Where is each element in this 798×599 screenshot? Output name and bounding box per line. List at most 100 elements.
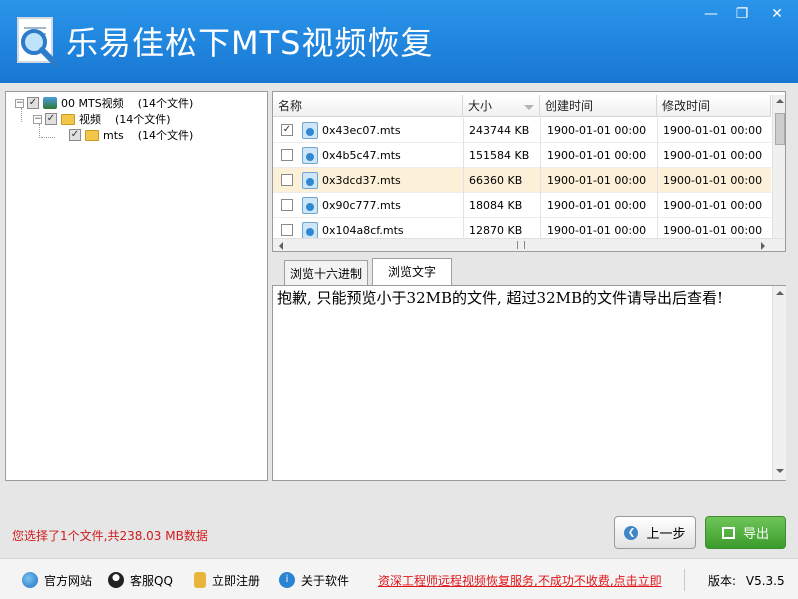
column-divider xyxy=(540,118,541,143)
previous-step-button[interactable]: ❮ 上一步 xyxy=(614,516,696,549)
customer-service-qq-link[interactable]: 客服QQ xyxy=(108,571,173,589)
column-divider xyxy=(657,118,658,143)
column-divider xyxy=(463,143,464,168)
drive-icon xyxy=(43,97,57,109)
previous-step-label: 上一步 xyxy=(646,527,686,542)
close-button[interactable]: ✕ xyxy=(760,0,794,28)
tree-item-video[interactable]: − ✓ 视频 (14个文件) xyxy=(33,111,171,127)
file-list: 名称 大小 创建时间 修改时间 ✓ 0x43ec07.mts 243744 KB… xyxy=(272,91,786,252)
file-name: 0x104a8cf.mts xyxy=(322,224,404,237)
tree-checkbox[interactable]: ✓ xyxy=(27,97,39,109)
selection-status: 您选择了1个文件,共238.03 MB数据 xyxy=(12,529,208,543)
file-name: 0x3dcd37.mts xyxy=(322,174,401,187)
file-checkbox[interactable] xyxy=(281,149,293,161)
tree-item-label: mts xyxy=(103,128,124,142)
file-created: 1900-01-01 00:00 xyxy=(547,149,647,162)
tab-hex-view[interactable]: 浏览十六进制 xyxy=(284,260,368,286)
official-website-link[interactable]: 官方网站 xyxy=(22,571,92,589)
about-label: 关于软件 xyxy=(301,573,350,588)
scroll-grip[interactable] xyxy=(517,241,525,249)
main-area: − ✓ 00 MTS视频 (14个文件) − ✓ 视频 (14个文件) ✓ mt… xyxy=(0,83,798,558)
scroll-right-icon[interactable] xyxy=(761,242,765,250)
export-button[interactable]: 导出 xyxy=(705,516,786,549)
export-icon xyxy=(721,526,735,539)
file-modified: 1900-01-01 00:00 xyxy=(663,124,763,137)
app-title: 乐易佳松下MTS视频恢复 xyxy=(66,24,434,62)
register-label: 立即注册 xyxy=(212,573,261,588)
key-icon xyxy=(194,572,206,588)
register-link[interactable]: 立即注册 xyxy=(194,571,260,589)
tree-item-count: (14个文件) xyxy=(115,113,171,126)
file-modified: 1900-01-01 00:00 xyxy=(663,174,763,187)
preview-message: 抱歉, 只能预览小于32MB的文件, 超过32MB的文件请导出后查看! xyxy=(277,289,724,307)
collapse-icon[interactable]: − xyxy=(15,98,24,108)
about-link[interactable]: i 关于软件 xyxy=(279,571,349,589)
footer-bar: 官方网站 客服QQ 立即注册 i 关于软件 资深工程师远程视频恢复服务,不成功不… xyxy=(0,558,798,599)
minimize-button[interactable]: — xyxy=(696,0,726,28)
file-row[interactable]: 0x90c777.mts 18084 KB 1900-01-01 00:00 1… xyxy=(273,193,771,218)
maximize-button[interactable]: ❐ xyxy=(727,0,757,28)
info-icon: i xyxy=(279,572,295,588)
file-modified: 1900-01-01 00:00 xyxy=(663,199,763,212)
file-created: 1900-01-01 00:00 xyxy=(547,199,647,212)
folder-tree: − ✓ 00 MTS视频 (14个文件) − ✓ 视频 (14个文件) ✓ mt… xyxy=(5,91,268,481)
scroll-thumb[interactable] xyxy=(775,113,785,145)
version-label: 版本: xyxy=(708,574,737,588)
scroll-left-icon[interactable] xyxy=(279,242,283,250)
preview-panel: 抱歉, 只能预览小于32MB的文件, 超过32MB的文件请导出后查看! xyxy=(272,285,786,481)
file-size: 151584 KB xyxy=(469,149,530,162)
file-created: 1900-01-01 00:00 xyxy=(547,174,647,187)
preview-scrollbar[interactable] xyxy=(772,286,786,480)
footer-divider xyxy=(684,569,685,591)
scroll-up-icon[interactable] xyxy=(776,291,784,295)
file-checkbox[interactable] xyxy=(281,174,293,186)
file-checkbox[interactable] xyxy=(281,199,293,211)
remote-service-promo-link[interactable]: 资深工程师远程视频恢复服务,不成功不收费,点击立即 xyxy=(378,572,678,589)
export-label: 导出 xyxy=(742,527,769,542)
video-file-icon xyxy=(302,172,318,189)
tree-item-label: 视频 xyxy=(79,113,101,126)
file-modified: 1900-01-01 00:00 xyxy=(663,149,763,162)
file-name: 0x4b5c47.mts xyxy=(322,149,401,162)
column-divider xyxy=(657,193,658,218)
column-divider xyxy=(463,168,464,193)
title-bar: 乐易佳松下MTS视频恢复 — ❐ ✕ xyxy=(0,0,798,83)
column-divider xyxy=(540,143,541,168)
file-size: 12870 KB xyxy=(469,224,523,237)
scroll-down-icon[interactable] xyxy=(776,469,784,473)
column-divider xyxy=(657,168,658,193)
file-row[interactable]: ✓ 0x43ec07.mts 243744 KB 1900-01-01 00:0… xyxy=(273,118,771,143)
file-checkbox[interactable] xyxy=(281,224,293,236)
tree-item-mts[interactable]: ✓ mts (14个文件) xyxy=(69,127,193,143)
file-size: 243744 KB xyxy=(469,124,530,137)
collapse-icon[interactable]: − xyxy=(33,114,42,124)
file-modified: 1900-01-01 00:00 xyxy=(663,224,763,237)
column-header-created[interactable]: 创建时间 xyxy=(540,95,657,117)
video-file-icon xyxy=(302,122,318,139)
file-name: 0x90c777.mts xyxy=(322,199,401,212)
tab-text-view[interactable]: 浏览文字 xyxy=(372,258,452,286)
scroll-up-icon[interactable] xyxy=(776,99,784,103)
tree-checkbox[interactable]: ✓ xyxy=(45,113,57,125)
tree-connector xyxy=(41,137,55,138)
app-logo-icon xyxy=(17,17,59,67)
file-size: 66360 KB xyxy=(469,174,523,187)
sort-descending-icon xyxy=(524,105,534,110)
tree-item-root[interactable]: − ✓ 00 MTS视频 (14个文件) xyxy=(15,95,193,111)
file-row[interactable]: 0x4b5c47.mts 151584 KB 1900-01-01 00:00 … xyxy=(273,143,771,168)
version-number: V5.3.5 xyxy=(745,574,785,588)
folder-icon xyxy=(61,113,75,125)
column-header-modified[interactable]: 修改时间 xyxy=(657,95,771,117)
vertical-scrollbar[interactable] xyxy=(772,95,785,238)
chevron-left-icon: ❮ xyxy=(624,525,639,540)
file-created: 1900-01-01 00:00 xyxy=(547,224,647,237)
column-divider xyxy=(540,193,541,218)
horizontal-scrollbar[interactable] xyxy=(273,238,785,251)
tree-checkbox[interactable]: ✓ xyxy=(69,129,81,141)
file-row-selected[interactable]: 0x3dcd37.mts 66360 KB 1900-01-01 00:00 1… xyxy=(273,168,771,193)
browser-icon xyxy=(22,572,38,588)
column-header-name[interactable]: 名称 xyxy=(273,95,463,117)
video-file-icon xyxy=(302,147,318,164)
file-checkbox[interactable]: ✓ xyxy=(281,124,293,136)
restore-icon: ❐ xyxy=(735,6,749,22)
